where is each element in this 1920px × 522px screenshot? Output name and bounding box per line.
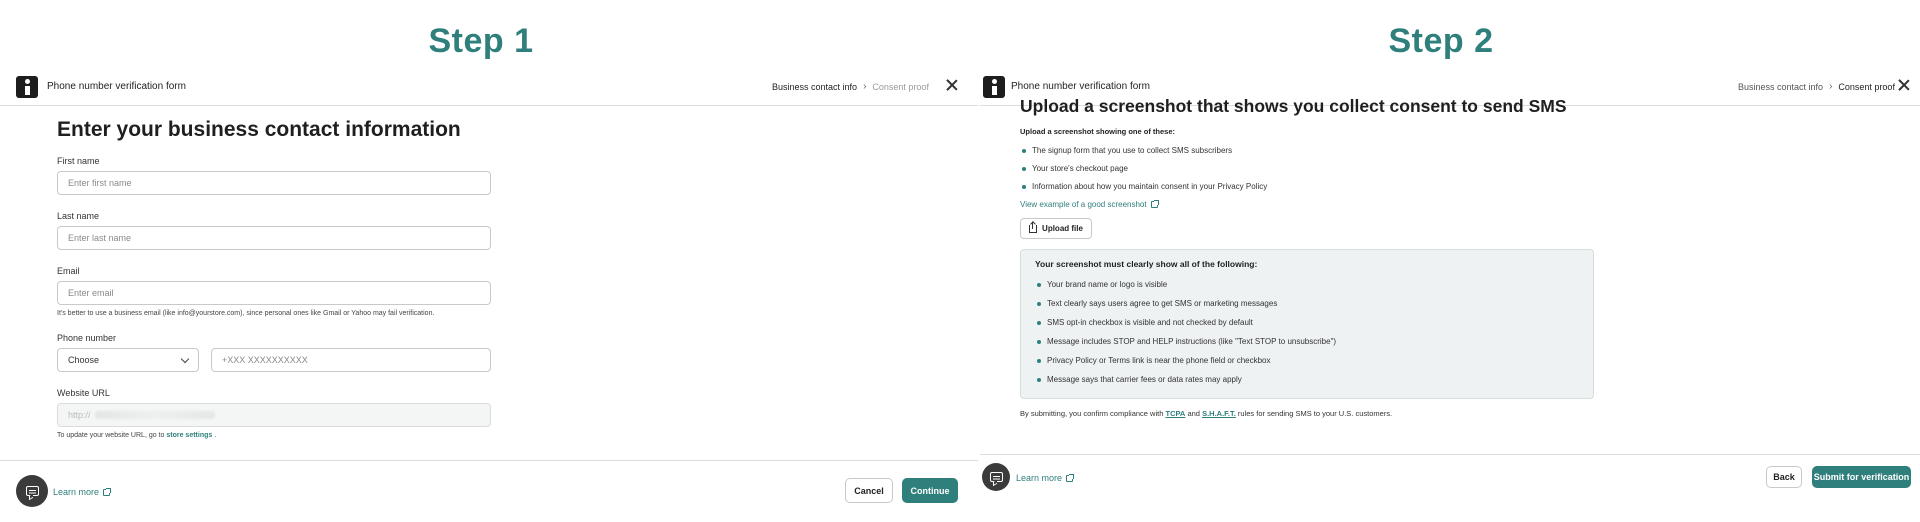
website-field-group: Website URL http:// To update your websi… <box>57 388 491 439</box>
form-footer: Learn more Back Submit for verification <box>980 454 1920 510</box>
list-item: Message includes STOP and HELP instructi… <box>1035 337 1579 346</box>
chat-icon <box>25 486 39 496</box>
chat-button[interactable] <box>982 463 1010 491</box>
country-code-value: Choose <box>68 355 100 365</box>
back-button[interactable]: Back <box>1766 466 1802 488</box>
shaft-link[interactable]: S.H.A.F.T. <box>1202 409 1236 418</box>
website-helper-text: To update your website URL, go to store … <box>57 432 491 439</box>
breadcrumb-consent-proof: Consent proof <box>1838 81 1895 92</box>
upload-file-label: Upload file <box>1042 224 1083 233</box>
website-helper-prefix: To update your website URL, go to <box>57 432 165 439</box>
cancel-button[interactable]: Cancel <box>845 478 893 503</box>
brand-logo-icon <box>16 76 38 98</box>
phone-placeholder: +XXX XXXXXXXXXX <box>222 355 308 365</box>
chat-icon <box>989 472 1003 482</box>
email-label: Email <box>57 266 80 276</box>
tcpa-link[interactable]: TCPA <box>1165 409 1185 418</box>
chevron-right-icon: › <box>863 81 867 92</box>
step-2-title: Step 2 <box>1388 22 1494 60</box>
page-title: Upload a screenshot that shows you colle… <box>1020 96 1567 116</box>
form-content: Enter your business contact information … <box>57 118 491 455</box>
external-link-icon <box>1150 200 1159 208</box>
compliance-suffix: rules for sending SMS to your U.S. custo… <box>1237 409 1393 418</box>
last-name-input[interactable]: Enter last name <box>57 226 491 250</box>
email-helper-text: It's better to use a business email (lik… <box>57 310 435 317</box>
list-item: Message says that carrier fees or data r… <box>1035 375 1579 384</box>
compliance-text: By submitting, you confirm compliance wi… <box>1020 409 1594 418</box>
upload-icon <box>1029 221 1038 233</box>
last-name-field-group: Last name Enter last name <box>57 211 491 250</box>
screenshot-options-list: The signup form that you use to collect … <box>1020 146 1594 191</box>
form-footer: Learn more Cancel Continue <box>0 460 978 522</box>
email-placeholder: Enter email <box>68 288 114 298</box>
requirements-title: Your screenshot must clearly show all of… <box>1035 259 1258 269</box>
list-item: Text clearly says users agree to get SMS… <box>1035 299 1579 308</box>
header-title: Phone number verification form <box>1011 81 1150 92</box>
website-label: Website URL <box>57 388 110 398</box>
website-value-prefix: http:// <box>68 410 91 420</box>
brand-logo-icon <box>983 76 1005 98</box>
email-input[interactable]: Enter email <box>57 281 491 305</box>
breadcrumb: Business contact info › Consent proof <box>772 81 929 92</box>
last-name-label: Last name <box>57 211 100 221</box>
website-input: http:// <box>57 403 491 427</box>
form-header: Phone number verification form Business … <box>0 70 978 106</box>
first-name-label: First name <box>57 156 100 166</box>
example-screenshot-link[interactable]: View example of a good screenshot <box>1020 200 1594 209</box>
form-content: Upload a screenshot that shows you colle… <box>1020 96 1594 418</box>
page-title: Enter your business contact information <box>57 118 461 141</box>
email-field-group: Email Enter email It's better to use a b… <box>57 266 491 317</box>
requirements-list: Your brand name or logo is visible Text … <box>1035 280 1579 384</box>
example-link-label: View example of a good screenshot <box>1020 200 1147 209</box>
learn-more-label: Learn more <box>1016 473 1063 483</box>
first-name-placeholder: Enter first name <box>68 178 132 188</box>
website-value-redacted <box>94 411 215 419</box>
requirements-callout: Your screenshot must clearly show all of… <box>1020 249 1594 399</box>
list-item: Your brand name or logo is visible <box>1035 280 1579 289</box>
learn-more-label: Learn more <box>53 487 100 497</box>
phone-input[interactable]: +XXX XXXXXXXXXX <box>211 348 491 372</box>
submit-for-verification-button[interactable]: Submit for verification <box>1812 466 1911 488</box>
learn-more-link[interactable]: Learn more <box>53 487 112 497</box>
breadcrumb-business-contact-info: Business contact info <box>772 81 858 92</box>
phone-label: Phone number <box>57 333 117 343</box>
header-title: Phone number verification form <box>47 81 186 92</box>
external-link-icon <box>1066 473 1075 482</box>
upload-file-button[interactable]: Upload file <box>1020 218 1092 239</box>
upload-intro: Upload a screenshot showing one of these… <box>1020 127 1176 136</box>
chevron-right-icon: › <box>1829 81 1833 92</box>
breadcrumb-business-contact-info[interactable]: Business contact info <box>1738 82 1823 92</box>
list-item: SMS opt-in checkbox is visible and not c… <box>1035 318 1579 327</box>
step-1-title: Step 1 <box>428 22 534 60</box>
list-item: The signup form that you use to collect … <box>1020 146 1594 155</box>
breadcrumb: Business contact info › Consent proof <box>1738 81 1895 92</box>
chevron-down-icon <box>180 354 190 363</box>
country-code-select[interactable]: Choose <box>57 348 199 372</box>
step-1-panel: Phone number verification form Business … <box>0 70 978 522</box>
list-item: Privacy Policy or Terms link is near the… <box>1035 356 1579 365</box>
compliance-prefix: By submitting, you confirm compliance wi… <box>1020 409 1164 418</box>
compliance-and: and <box>1187 409 1200 418</box>
last-name-placeholder: Enter last name <box>68 233 132 243</box>
close-icon[interactable] <box>945 78 959 92</box>
list-item: Information about how you maintain conse… <box>1020 182 1594 191</box>
breadcrumb-consent-proof: Consent proof <box>872 81 929 92</box>
website-helper-suffix: . <box>214 432 217 439</box>
store-settings-link[interactable]: store settings <box>166 432 212 439</box>
phone-field-group: Phone number Choose +XXX XXXXXXXXXX <box>57 333 491 372</box>
list-item: Your store's checkout page <box>1020 164 1594 173</box>
first-name-field-group: First name Enter first name <box>57 156 491 195</box>
chat-button[interactable] <box>16 475 48 507</box>
step-2-panel: Phone number verification form Business … <box>980 70 1920 522</box>
close-icon[interactable] <box>1897 78 1911 92</box>
continue-button[interactable]: Continue <box>902 478 958 503</box>
learn-more-link[interactable]: Learn more <box>1016 473 1075 483</box>
first-name-input[interactable]: Enter first name <box>57 171 491 195</box>
external-link-icon <box>103 487 112 496</box>
